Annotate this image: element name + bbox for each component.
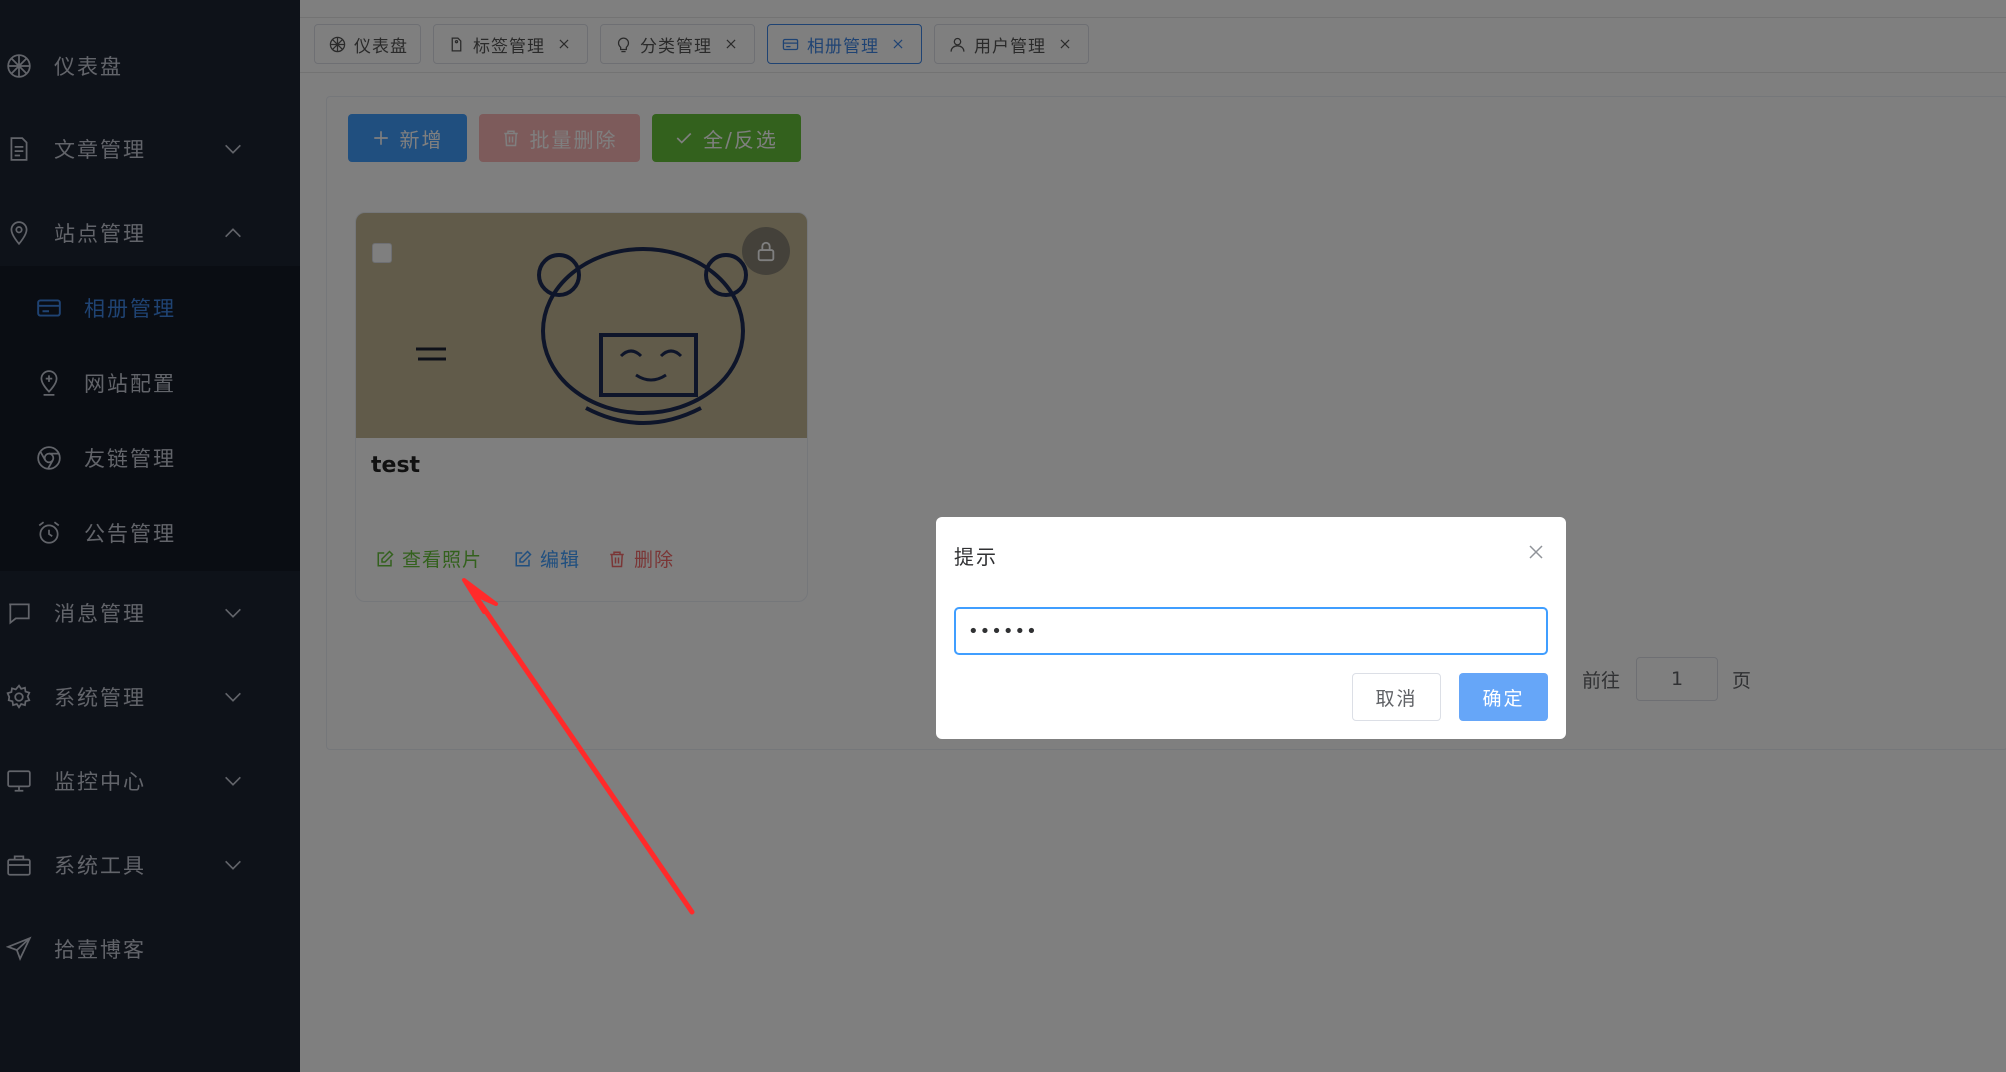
dialog-title: 提示	[954, 545, 998, 569]
close-icon[interactable]	[1527, 543, 1545, 561]
confirm-button[interactable]: 确定	[1459, 673, 1548, 721]
prompt-dialog: 提示 取消 确定	[936, 517, 1566, 739]
password-input[interactable]	[954, 607, 1548, 655]
cancel-button[interactable]: 取消	[1352, 673, 1441, 721]
